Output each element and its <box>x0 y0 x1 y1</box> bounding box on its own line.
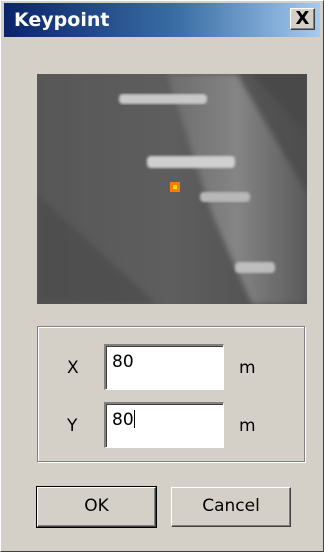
y-value: 80 <box>112 410 134 430</box>
x-value: 80 <box>112 352 134 372</box>
close-icon: X <box>295 8 310 29</box>
y-label: Y <box>67 416 78 436</box>
y-input[interactable]: 80 <box>104 402 224 448</box>
cancel-button[interactable]: Cancel <box>171 487 291 527</box>
x-unit-label: m <box>239 358 256 378</box>
title-bar[interactable]: Keypoint X <box>4 3 320 37</box>
keypoint-dialog: Keypoint X X 80 m Y 80 m OK Cancel <box>0 0 324 552</box>
x-label: X <box>67 358 79 378</box>
dialog-title: Keypoint <box>14 9 110 31</box>
terrain-image <box>37 74 307 304</box>
ok-button[interactable]: OK <box>36 486 157 528</box>
text-caret <box>133 410 135 428</box>
x-input[interactable]: 80 <box>104 344 224 390</box>
y-unit-label: m <box>239 416 256 436</box>
keypoint-image-preview[interactable] <box>37 74 307 304</box>
close-button[interactable]: X <box>290 8 315 30</box>
